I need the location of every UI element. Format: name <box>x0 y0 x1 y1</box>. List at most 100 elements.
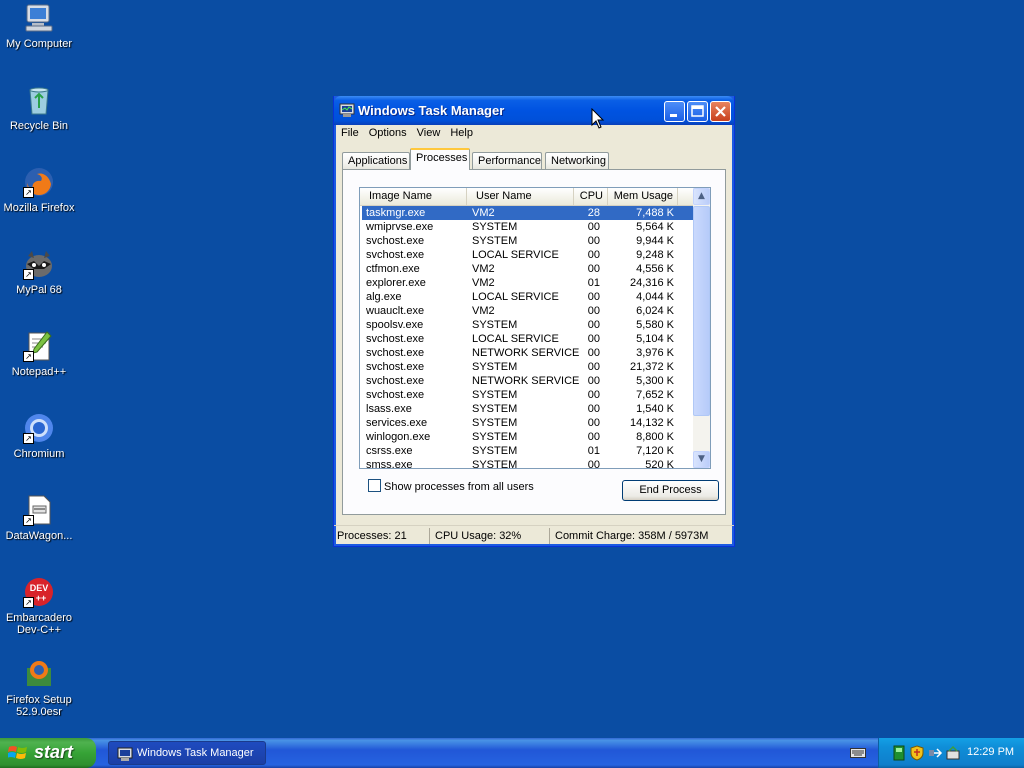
tab-performance[interactable]: Performance <box>472 152 542 170</box>
process-cpu: 00 <box>587 417 600 429</box>
desktop-icon-recycle-bin[interactable]: Recycle Bin <box>0 84 78 132</box>
desktop-icon-firefox[interactable]: ↗ Mozilla Firefox <box>0 166 78 214</box>
process-row[interactable]: svchost.exe LOCAL SERVICE 00 9,248 K <box>362 248 693 262</box>
process-mem-usage: 9,248 K <box>636 249 674 261</box>
process-cpu: 00 <box>587 431 600 443</box>
desktop-icon-devcpp[interactable]: DEV ++ ↗ Embarcadero Dev-C++ <box>0 576 78 636</box>
processes-panel: Image Name User Name CPU Mem Usage taskm… <box>342 169 726 515</box>
start-button[interactable]: start <box>0 738 96 768</box>
process-row[interactable]: ctfmon.exe VM2 00 4,556 K <box>362 262 693 276</box>
process-cpu: 00 <box>587 375 600 387</box>
process-user-name: NETWORK SERVICE <box>472 375 580 387</box>
desktop-icon-chromium[interactable]: ↗ Chromium <box>0 412 78 460</box>
process-row[interactable]: svchost.exe NETWORK SERVICE 00 3,976 K <box>362 346 693 360</box>
column-mem-usage[interactable]: Mem Usage <box>608 188 678 205</box>
process-image-name: spoolsv.exe <box>366 319 424 331</box>
wireless-network-icon[interactable] <box>945 745 961 761</box>
tab-applications[interactable]: Applications <box>342 152 410 170</box>
process-user-name: VM2 <box>472 207 495 219</box>
task-manager-icon <box>117 746 133 762</box>
process-cpu: 00 <box>587 459 600 469</box>
process-row[interactable]: svchost.exe SYSTEM 00 7,652 K <box>362 388 693 402</box>
process-row[interactable]: lsass.exe SYSTEM 00 1,540 K <box>362 402 693 416</box>
tab-networking[interactable]: Networking <box>545 152 609 170</box>
tab-processes[interactable]: Processes <box>410 148 470 170</box>
network-status-icon[interactable] <box>891 745 907 761</box>
end-process-button[interactable]: End Process <box>622 480 719 501</box>
process-row[interactable]: wmiprvse.exe SYSTEM 00 5,564 K <box>362 220 693 234</box>
window-title: Windows Task Manager <box>358 103 505 118</box>
process-image-name: explorer.exe <box>366 277 426 289</box>
process-row[interactable]: svchost.exe LOCAL SERVICE 00 5,104 K <box>362 332 693 346</box>
process-row[interactable]: csrss.exe SYSTEM 01 7,120 K <box>362 444 693 458</box>
status-bar: Processes: 21 CPU Usage: 32% Commit Char… <box>334 525 734 546</box>
maximize-button[interactable] <box>687 101 708 122</box>
scroll-down-button[interactable]: ▼ <box>693 451 710 468</box>
process-row[interactable]: svchost.exe NETWORK SERVICE 00 5,300 K <box>362 374 693 388</box>
process-row[interactable]: smss.exe SYSTEM 00 520 K <box>362 458 693 469</box>
desktop-icon-notepadpp[interactable]: ↗ Notepad++ <box>0 330 78 378</box>
column-user-name[interactable]: User Name <box>467 188 574 205</box>
column-cpu[interactable]: CPU <box>574 188 608 205</box>
menu-view[interactable]: View <box>413 125 447 139</box>
desktop-icon-firefox-setup[interactable]: Firefox Setup 52.9.0esr <box>0 658 78 718</box>
menu-options[interactable]: Options <box>365 125 413 139</box>
menu-file[interactable]: File <box>337 125 365 139</box>
desktop-icon-label: Recycle Bin <box>9 120 69 132</box>
process-row[interactable]: taskmgr.exe VM2 28 7,488 K <box>362 206 693 220</box>
shortcut-arrow-icon: ↗ <box>23 351 34 362</box>
process-image-name: alg.exe <box>366 291 402 303</box>
process-mem-usage: 8,800 K <box>636 431 674 443</box>
process-image-name: svchost.exe <box>366 333 425 345</box>
process-row[interactable]: winlogon.exe SYSTEM 00 8,800 K <box>362 430 693 444</box>
minimize-button[interactable] <box>664 101 685 122</box>
desktop-icon-mypal[interactable]: ↗ MyPal 68 <box>0 248 78 296</box>
process-image-name: svchost.exe <box>366 249 425 261</box>
safely-remove-hardware-icon[interactable] <box>927 745 943 761</box>
shortcut-arrow-icon: ↗ <box>23 515 34 526</box>
menu-help[interactable]: Help <box>446 125 479 139</box>
process-mem-usage: 4,044 K <box>636 291 674 303</box>
security-shield-icon[interactable] <box>909 745 925 761</box>
desktop-icon-datawagon[interactable]: ↗ DataWagon... <box>0 494 78 542</box>
title-bar[interactable]: Windows Task Manager <box>334 96 734 125</box>
taskbar-item-task-manager[interactable]: Windows Task Manager <box>108 741 266 765</box>
vertical-scrollbar[interactable]: ▲ ▼ <box>693 188 710 468</box>
process-row[interactable]: wuauclt.exe VM2 00 6,024 K <box>362 304 693 318</box>
process-mem-usage: 7,120 K <box>636 445 674 457</box>
process-image-name: svchost.exe <box>366 347 425 359</box>
my-computer-icon <box>23 2 55 34</box>
process-user-name: SYSTEM <box>472 389 518 401</box>
process-cpu: 00 <box>587 403 600 415</box>
process-image-name: svchost.exe <box>366 375 425 387</box>
process-row[interactable]: spoolsv.exe SYSTEM 00 5,580 K <box>362 318 693 332</box>
clock[interactable]: 12:29 PM <box>967 746 1014 758</box>
task-manager-window: Windows Task Manager File Options View Help… <box>333 96 735 547</box>
keyboard-icon[interactable] <box>850 746 866 760</box>
checkbox-box[interactable] <box>368 479 381 492</box>
shortcut-arrow-icon: ↗ <box>23 269 34 280</box>
process-row[interactable]: svchost.exe SYSTEM 00 9,944 K <box>362 234 693 248</box>
task-manager-icon <box>339 102 355 118</box>
process-row[interactable]: alg.exe LOCAL SERVICE 00 4,044 K <box>362 290 693 304</box>
shortcut-arrow-icon: ↗ <box>23 597 34 608</box>
process-row[interactable]: svchost.exe SYSTEM 00 21,372 K <box>362 360 693 374</box>
column-image-name[interactable]: Image Name <box>360 188 467 205</box>
desktop-icon-my-computer[interactable]: My Computer <box>0 2 78 50</box>
shortcut-arrow-icon: ↗ <box>23 433 34 444</box>
show-all-processes-checkbox[interactable]: Show processes from all users <box>368 479 534 493</box>
process-list[interactable]: Image Name User Name CPU Mem Usage taskm… <box>359 187 711 469</box>
process-image-name: winlogon.exe <box>366 431 431 443</box>
process-mem-usage: 7,488 K <box>636 207 674 219</box>
scroll-thumb[interactable] <box>693 206 710 416</box>
checkbox-label: Show processes from all users <box>384 481 534 493</box>
close-button[interactable] <box>710 101 731 122</box>
process-image-name: svchost.exe <box>366 389 425 401</box>
process-mem-usage: 3,976 K <box>636 347 674 359</box>
process-mem-usage: 520 K <box>645 459 674 469</box>
process-row[interactable]: services.exe SYSTEM 00 14,132 K <box>362 416 693 430</box>
scroll-up-button[interactable]: ▲ <box>693 188 710 205</box>
desktop-icon-label: My Computer <box>5 38 73 50</box>
process-row[interactable]: explorer.exe VM2 01 24,316 K <box>362 276 693 290</box>
svg-text:++: ++ <box>36 593 47 603</box>
